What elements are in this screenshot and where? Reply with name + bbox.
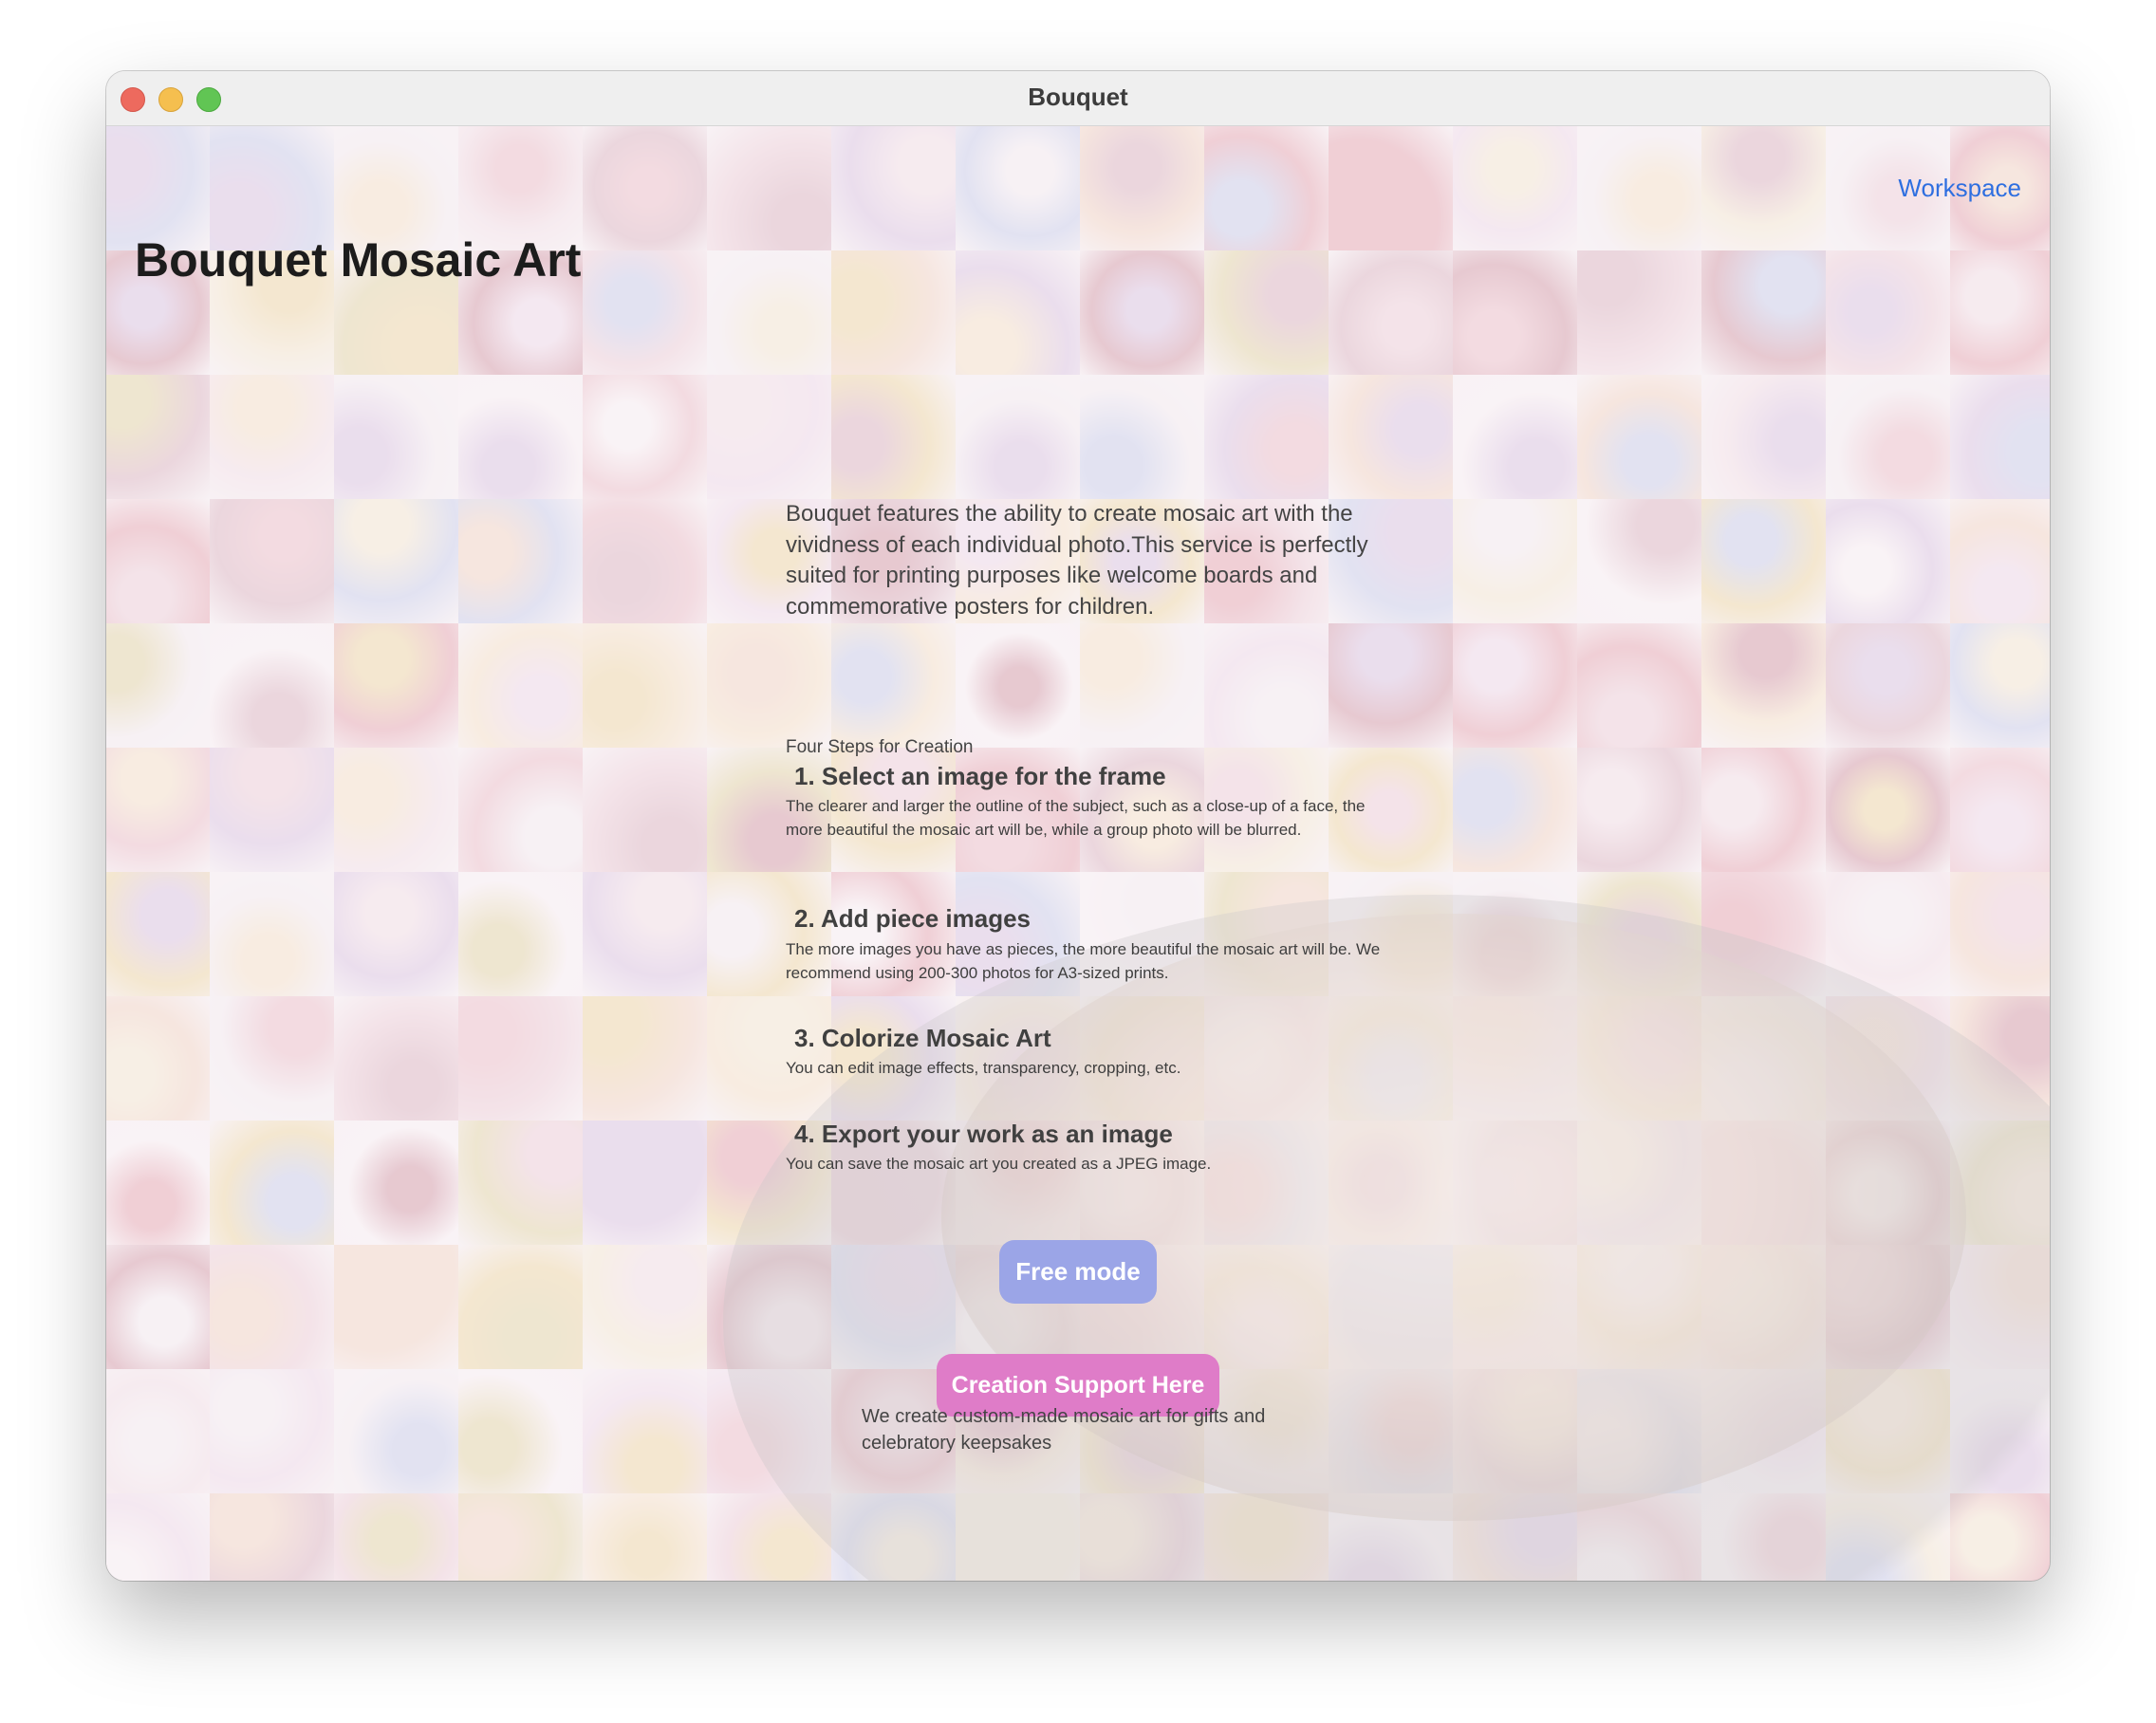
step-4-heading: 4. Export your work as an image: [794, 1120, 1173, 1148]
window-title: Bouquet: [1028, 83, 1128, 111]
step-2-description: The more images you have as pieces, the …: [786, 940, 1381, 982]
step-3-description: You can edit image effects, transparency…: [786, 1059, 1181, 1077]
step-3-heading: 3. Colorize Mosaic Art: [794, 1024, 1051, 1052]
app-window: Bouquet Workspace Bouquet Mosaic Art Bou…: [106, 71, 2050, 1581]
page-title: Bouquet Mosaic Art: [135, 233, 582, 287]
step-1-heading: 1. Select an image for the frame: [794, 762, 1166, 790]
title-bar[interactable]: Bouquet: [106, 71, 2050, 126]
workspace-link[interactable]: Workspace: [1898, 174, 2021, 203]
step-4-description: You can save the mosaic art you created …: [786, 1155, 1212, 1173]
main-content: Workspace Bouquet Mosaic Art Bouquet fea…: [106, 126, 2050, 1581]
step-2-heading: 2. Add piece images: [794, 904, 1032, 933]
steps-label: Four Steps for Creation: [786, 737, 974, 757]
step-1-description: The clearer and larger the outline of th…: [786, 797, 1366, 839]
free-mode-button[interactable]: Free mode: [999, 1240, 1157, 1304]
support-description: We create custom-made mosaic art for gif…: [862, 1406, 1266, 1454]
intro-text: Bouquet features the ability to create m…: [786, 501, 1368, 620]
